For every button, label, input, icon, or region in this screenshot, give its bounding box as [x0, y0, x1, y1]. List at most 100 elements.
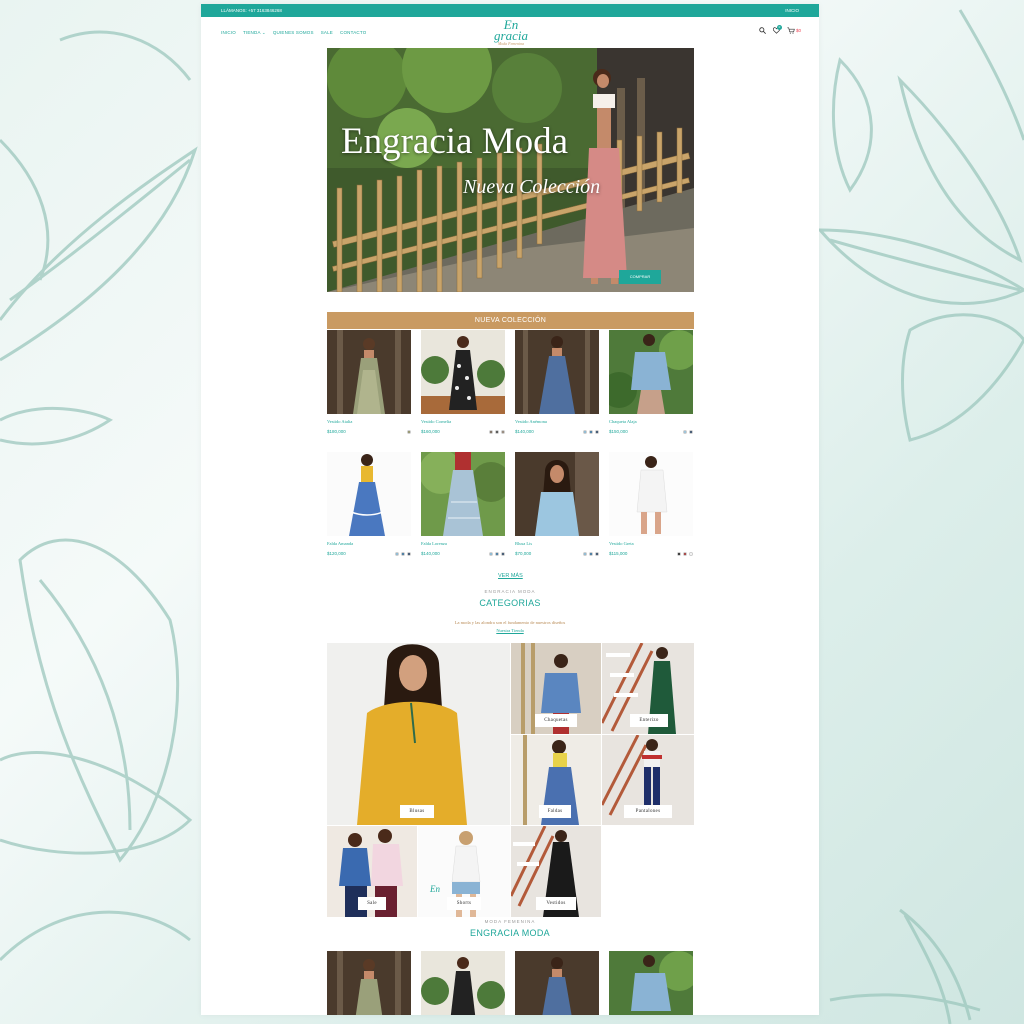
- product-image[interactable]: [609, 452, 693, 536]
- color-swatch[interactable]: [595, 429, 599, 434]
- product-image[interactable]: [421, 330, 505, 414]
- phone-text[interactable]: LLÁMANOS: +57 3163846268: [221, 4, 282, 17]
- product-photo: [421, 330, 505, 414]
- nav-item-inicio[interactable]: INICIO: [221, 30, 236, 36]
- color-swatch[interactable]: [683, 551, 687, 556]
- product-card[interactable]: Falda Lorenza $140,000: [421, 452, 505, 556]
- color-swatch[interactable]: [583, 551, 587, 556]
- product-card[interactable]: Falda Amanda $120,000: [327, 452, 411, 556]
- product-image[interactable]: [327, 951, 411, 1015]
- category-label[interactable]: Pantalones: [624, 805, 672, 818]
- search-icon[interactable]: [759, 27, 766, 34]
- product-image[interactable]: [327, 330, 411, 414]
- color-swatch[interactable]: [489, 551, 493, 556]
- color-swatch[interactable]: [689, 429, 693, 434]
- product-photo: [421, 951, 505, 1015]
- web-page: LLÁMANOS: +57 3163846268 INICIO INICIO T…: [201, 4, 819, 1015]
- product-name[interactable]: Vestido Cornelia: [421, 419, 505, 424]
- category-tile[interactable]: Sale: [327, 826, 417, 917]
- nav-item-contacto[interactable]: CONTACTO: [340, 30, 366, 36]
- nav-item-tienda[interactable]: TIENDA ⌄: [243, 30, 266, 36]
- color-swatch[interactable]: [395, 551, 399, 556]
- category-label[interactable]: Blusas: [400, 805, 434, 818]
- product-name[interactable]: Falda Amanda: [327, 541, 411, 546]
- product-card[interactable]: Blusa Lis $70,000: [515, 452, 599, 556]
- product-name[interactable]: Vestido Anémona: [515, 419, 599, 424]
- product-name[interactable]: Vestido Greta: [609, 541, 693, 546]
- product-card[interactable]: [609, 951, 693, 1015]
- site-logo[interactable]: En gracia Moda Femenina: [493, 18, 529, 46]
- category-tile[interactable]: Blusas: [327, 643, 510, 825]
- color-swatch[interactable]: [595, 551, 599, 556]
- top-bar: LLÁMANOS: +57 3163846268 INICIO: [201, 4, 819, 17]
- category-tile[interactable]: Enterizo: [602, 643, 694, 734]
- color-swatch[interactable]: [589, 429, 593, 434]
- category-tile[interactable]: En Shorts: [418, 826, 510, 917]
- product-card[interactable]: [421, 951, 505, 1015]
- top-link-inicio[interactable]: INICIO: [785, 4, 799, 17]
- product-image[interactable]: [515, 951, 599, 1015]
- categories-description: La moda y las alondra son el fundamento …: [454, 620, 566, 625]
- category-tile[interactable]: Pantalones: [602, 735, 694, 825]
- color-swatch[interactable]: [677, 551, 681, 556]
- product-card[interactable]: [327, 951, 411, 1015]
- color-swatch[interactable]: [589, 551, 593, 556]
- product-price: $140,000: [515, 429, 534, 434]
- product-card[interactable]: Vestido Atalia $180,000: [327, 330, 411, 434]
- color-swatch[interactable]: [495, 429, 499, 434]
- category-tile[interactable]: Vestidos: [511, 826, 601, 917]
- category-tile[interactable]: Chaquetas: [511, 643, 601, 734]
- product-image[interactable]: [515, 452, 599, 536]
- ver-mas-link[interactable]: VER MÁS: [498, 573, 523, 579]
- category-label[interactable]: Chaquetas: [535, 714, 577, 727]
- product-card[interactable]: Vestido Greta $115,000: [609, 452, 693, 556]
- product-name[interactable]: Vestido Atalia: [327, 419, 411, 424]
- product-image[interactable]: [421, 951, 505, 1015]
- product-image[interactable]: [609, 330, 693, 414]
- category-tile[interactable]: Faldas: [511, 735, 601, 825]
- product-photo: [515, 330, 599, 414]
- color-swatch[interactable]: [407, 551, 411, 556]
- color-swatch[interactable]: [489, 429, 493, 434]
- product-card[interactable]: Vestido Cornelia $160,000: [421, 330, 505, 434]
- color-swatches: [489, 551, 505, 556]
- color-swatches: [583, 429, 599, 434]
- logo-line-2: gracia: [494, 28, 528, 43]
- product-card[interactable]: Vestido Anémona $140,000: [515, 330, 599, 434]
- product-image[interactable]: [327, 452, 411, 536]
- color-swatch[interactable]: [501, 429, 505, 434]
- color-swatch[interactable]: [407, 429, 411, 434]
- color-swatch[interactable]: [495, 551, 499, 556]
- category-label[interactable]: Enterizo: [630, 714, 668, 727]
- product-name[interactable]: Chaqueta Alaja: [609, 419, 693, 424]
- category-label[interactable]: Vestidos: [536, 897, 576, 910]
- product-card[interactable]: Chaqueta Alaja $150,000: [609, 330, 693, 434]
- product-image[interactable]: [421, 452, 505, 536]
- nav-item-sale[interactable]: SALE: [321, 30, 333, 36]
- nav-item-quienes-somos[interactable]: QUIENES SOMOS: [273, 30, 314, 36]
- product-card[interactable]: [515, 951, 599, 1015]
- nuestra-tienda-link[interactable]: Nuestra Tienda: [201, 628, 819, 633]
- product-image[interactable]: [609, 951, 693, 1015]
- product-price: $115,000: [609, 551, 628, 556]
- logo-tagline: Moda Femenina: [497, 41, 525, 46]
- color-swatch[interactable]: [501, 551, 505, 556]
- product-image[interactable]: [515, 330, 599, 414]
- hero-buy-button[interactable]: COMPRAR: [619, 270, 661, 284]
- color-swatches: [583, 551, 599, 556]
- category-label[interactable]: Faldas: [539, 805, 571, 818]
- product-name[interactable]: Falda Lorenza: [421, 541, 505, 546]
- category-label[interactable]: Sale: [358, 897, 386, 910]
- color-swatch[interactable]: [689, 551, 693, 556]
- color-swatch[interactable]: [683, 429, 687, 434]
- product-photo: [327, 452, 411, 536]
- wishlist-button[interactable]: 0: [772, 25, 782, 34]
- color-swatch[interactable]: [583, 429, 587, 434]
- product-name[interactable]: Blusa Lis: [515, 541, 599, 546]
- cart-button[interactable]: $0: [787, 27, 801, 34]
- category-label[interactable]: Shorts: [447, 897, 481, 910]
- color-swatch[interactable]: [401, 551, 405, 556]
- hero-title: Engracia Moda: [341, 121, 569, 162]
- product-photo: [515, 452, 599, 536]
- nav-menu: INICIO TIENDA ⌄ QUIENES SOMOS SALE CONTA…: [221, 30, 366, 36]
